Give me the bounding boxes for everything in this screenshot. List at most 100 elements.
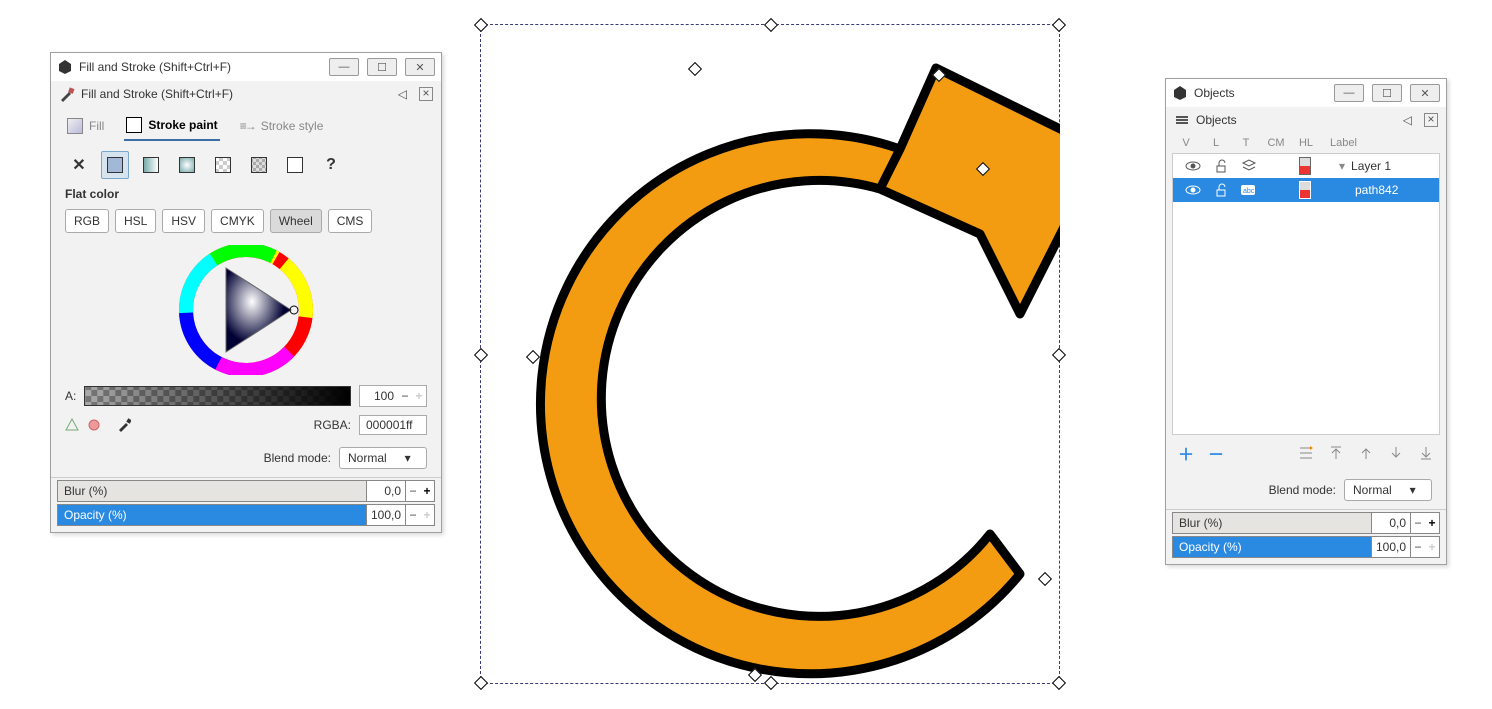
- hl-cell[interactable]: [1293, 157, 1317, 175]
- paint-linear-button[interactable]: [137, 151, 165, 179]
- blur-inc[interactable]: +: [1425, 516, 1439, 530]
- tab-fill[interactable]: Fill: [65, 114, 106, 140]
- out-of-gamut-icon[interactable]: [87, 418, 101, 432]
- opacity-slider[interactable]: Opacity (%): [1172, 536, 1372, 558]
- visibility-toggle[interactable]: [1181, 157, 1205, 175]
- blur-slider[interactable]: Blur (%): [57, 480, 367, 502]
- blur-row: Blur (%) 0,0 −+: [57, 480, 435, 502]
- mode-wheel[interactable]: Wheel: [270, 209, 322, 233]
- color-managed-icon[interactable]: [65, 418, 79, 432]
- maximize-button[interactable]: ☐: [367, 58, 397, 76]
- blur-dec[interactable]: −: [406, 484, 420, 498]
- paint-flat-button[interactable]: [101, 151, 129, 179]
- col-t: T: [1234, 137, 1258, 149]
- opacity-dec[interactable]: −: [406, 508, 420, 522]
- visibility-toggle[interactable]: [1181, 181, 1205, 199]
- rgba-input[interactable]: 000001ff: [359, 415, 427, 435]
- window-title: Fill and Stroke (Shift+Ctrl+F): [79, 60, 321, 74]
- mode-rgb[interactable]: RGB: [65, 209, 109, 233]
- fill-icon: [67, 118, 83, 134]
- titlebar[interactable]: Fill and Stroke (Shift+Ctrl+F) — ☐ ✕: [51, 53, 441, 81]
- opacity-slider[interactable]: Opacity (%): [57, 504, 367, 526]
- alpha-inc[interactable]: +: [412, 389, 426, 403]
- objects-toolbar: ＋ －: [1166, 435, 1446, 471]
- paint-unknown-button[interactable]: [281, 151, 309, 179]
- panel-close-button[interactable]: ×: [419, 87, 433, 101]
- object-list[interactable]: ▾ Layer 1 abc path842: [1172, 153, 1440, 435]
- layer-label-cell[interactable]: ▾ Layer 1: [1321, 157, 1431, 175]
- blur-dec[interactable]: −: [1411, 516, 1425, 530]
- label-tag-icon: abc: [1240, 184, 1258, 196]
- blur-value[interactable]: 0,0: [367, 480, 406, 502]
- tab-stroke-style[interactable]: ≡→ Stroke style: [238, 115, 326, 139]
- dock-left-button[interactable]: ◁: [1403, 113, 1412, 127]
- collapse-all-icon[interactable]: [1298, 445, 1314, 461]
- col-hl: HL: [1294, 137, 1318, 149]
- expand-icon[interactable]: ▾: [1339, 159, 1345, 173]
- opacity-label: Opacity (%): [64, 508, 127, 522]
- paint-swatch-button[interactable]: [245, 151, 273, 179]
- lock-toggle[interactable]: [1209, 157, 1233, 175]
- color-wheel[interactable]: [51, 241, 441, 381]
- app-icon: [1172, 85, 1188, 101]
- mode-cmyk[interactable]: CMYK: [211, 209, 264, 233]
- blur-inc[interactable]: +: [420, 484, 434, 498]
- brush-icon: [59, 86, 75, 102]
- move-up-icon[interactable]: [1358, 445, 1374, 461]
- minimize-button[interactable]: —: [329, 58, 359, 76]
- mode-hsl[interactable]: HSL: [115, 209, 156, 233]
- dock-left-button[interactable]: ◁: [398, 87, 407, 101]
- paint-help-button[interactable]: ?: [317, 151, 345, 179]
- mode-hsv[interactable]: HSV: [162, 209, 205, 233]
- app-icon: [57, 59, 73, 75]
- panel-close-button[interactable]: ×: [1424, 113, 1438, 127]
- opacity-inc[interactable]: +: [1425, 540, 1439, 554]
- opacity-dec[interactable]: −: [1411, 540, 1425, 554]
- path-row[interactable]: abc path842: [1173, 178, 1439, 202]
- col-label: Label: [1324, 137, 1438, 149]
- blur-slider[interactable]: Blur (%): [1172, 512, 1372, 534]
- alpha-dec[interactable]: −: [398, 389, 412, 403]
- add-button[interactable]: ＋: [1178, 441, 1194, 465]
- move-top-icon[interactable]: [1328, 445, 1344, 461]
- paint-pattern-button[interactable]: [209, 151, 237, 179]
- canvas[interactable]: [480, 24, 1060, 684]
- opacity-inc[interactable]: +: [420, 508, 434, 522]
- arrow-shape[interactable]: [480, 24, 1060, 684]
- lock-toggle[interactable]: [1209, 181, 1233, 199]
- panel-subheader: Fill and Stroke (Shift+Ctrl+F) ◁ ×: [51, 81, 441, 107]
- opacity-row: Opacity (%) 100,0 −+: [57, 504, 435, 526]
- tab-stroke-paint[interactable]: Stroke paint: [124, 113, 219, 141]
- hl-cell[interactable]: [1293, 181, 1317, 199]
- opacity-value[interactable]: 100,0: [367, 504, 406, 526]
- panel-sub-title: Objects: [1196, 113, 1397, 127]
- panel-sub-title: Fill and Stroke (Shift+Ctrl+F): [81, 87, 392, 101]
- eye-icon: [1185, 160, 1201, 172]
- titlebar[interactable]: Objects — ☐ ✕: [1166, 79, 1446, 107]
- mode-cms[interactable]: CMS: [328, 209, 373, 233]
- blend-combo[interactable]: Normal ▾: [1344, 479, 1432, 501]
- blend-label: Blend mode:: [264, 451, 331, 465]
- alpha-value-box[interactable]: 100 − +: [359, 385, 427, 407]
- close-button[interactable]: ✕: [1410, 84, 1440, 102]
- paint-none-button[interactable]: ✕: [65, 151, 93, 179]
- blend-value: Normal: [1353, 483, 1392, 497]
- eyedropper-icon[interactable]: [117, 418, 131, 432]
- opacity-value[interactable]: 100,0: [1372, 536, 1411, 558]
- close-button[interactable]: ✕: [405, 58, 435, 76]
- maximize-button[interactable]: ☐: [1372, 84, 1402, 102]
- column-headers: V L T CM HL Label: [1166, 133, 1446, 153]
- blur-value[interactable]: 0,0: [1372, 512, 1411, 534]
- alpha-slider[interactable]: [84, 386, 351, 406]
- col-cm: CM: [1264, 137, 1288, 149]
- blend-combo[interactable]: Normal ▾: [339, 447, 427, 469]
- layer-row[interactable]: ▾ Layer 1: [1173, 154, 1439, 178]
- move-bottom-icon[interactable]: [1418, 445, 1434, 461]
- col-l: L: [1204, 137, 1228, 149]
- blend-value: Normal: [348, 451, 387, 465]
- path-label-cell[interactable]: path842: [1321, 181, 1431, 199]
- paint-radial-button[interactable]: [173, 151, 201, 179]
- remove-button[interactable]: －: [1208, 441, 1224, 465]
- move-down-icon[interactable]: [1388, 445, 1404, 461]
- minimize-button[interactable]: —: [1334, 84, 1364, 102]
